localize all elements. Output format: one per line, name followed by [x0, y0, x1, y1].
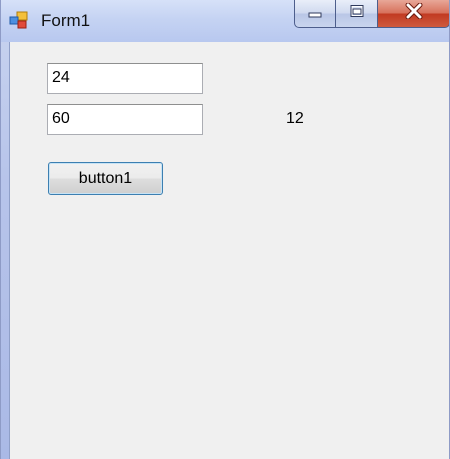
result-label: 12	[286, 110, 304, 127]
textbox-1[interactable]: 24	[47, 63, 203, 94]
close-button[interactable]	[378, 0, 449, 28]
textbox-2[interactable]: 60	[47, 104, 203, 135]
button1[interactable]: button1	[48, 162, 163, 195]
window: Form1 24 60 12 button1	[0, 0, 450, 459]
maximize-icon	[349, 4, 365, 23]
form-app-icon	[9, 11, 29, 29]
maximize-button[interactable]	[336, 0, 378, 28]
title-bar[interactable]: Form1	[1, 0, 449, 42]
close-icon	[404, 2, 424, 24]
form-client-area: 24 60 12 button1	[9, 42, 449, 459]
minimize-icon	[307, 5, 323, 23]
minimize-button[interactable]	[294, 0, 336, 28]
window-title: Form1	[41, 11, 91, 30]
